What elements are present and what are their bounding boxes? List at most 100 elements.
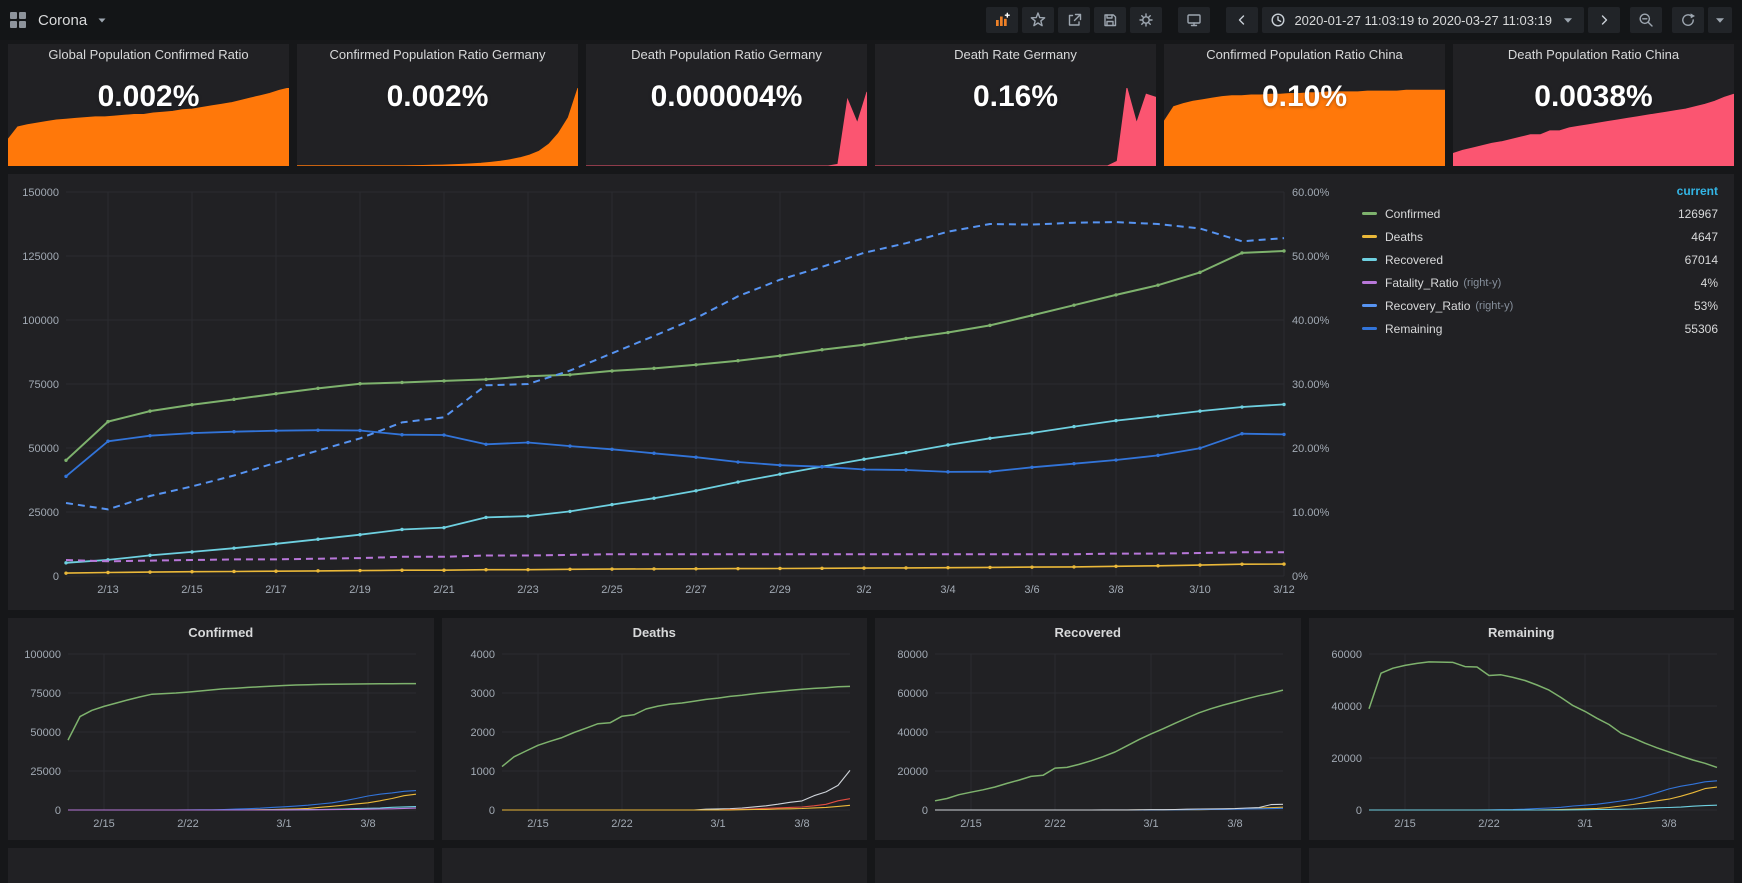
add-panel-button[interactable] — [986, 7, 1019, 33]
dashboard-title-dropdown[interactable]: Corona — [38, 12, 110, 29]
share-icon — [1069, 13, 1082, 26]
navbar-left: Corona — [10, 12, 110, 29]
panel-death-ratio-germany: Death Population Ratio Germany 0.000004% — [586, 44, 867, 166]
stat-value: 0.002% — [97, 80, 200, 113]
legend-row[interactable]: Confirmed 126967 — [1362, 202, 1718, 225]
remaining-chart[interactable]: 0 20000 40000 60000 2/15 2/22 3/1 3/8 — [1313, 646, 1727, 836]
time-range-forward-button[interactable] — [1588, 7, 1620, 33]
panel-title[interactable]: Death Population Ratio Germany — [590, 47, 863, 62]
caret-down-icon — [1564, 18, 1572, 23]
svg-text:4000: 4000 — [470, 649, 494, 661]
refresh-button[interactable] — [1672, 7, 1704, 33]
deaths-chart[interactable]: 0 1000 2000 3000 4000 2/15 2/22 3/1 3/8 — [446, 646, 860, 836]
panel-title[interactable]: Recovered — [875, 618, 1301, 644]
panel-confirmed-ratio-germany: Confirmed Population Ratio Germany 0.002… — [297, 44, 578, 166]
svg-text:100000: 100000 — [22, 315, 59, 327]
save-button[interactable] — [1094, 7, 1127, 33]
svg-text:3/8: 3/8 — [360, 818, 375, 830]
svg-text:60000: 60000 — [897, 688, 928, 700]
grafana-dashboard: Corona 2020-01-27 11:03:19 to 2020-03-27… — [0, 0, 1742, 883]
legend-row[interactable]: Recovered 67014 — [1362, 248, 1718, 271]
series-current-value: 4647 — [1691, 229, 1718, 244]
chevron-right-icon — [1601, 15, 1608, 25]
svg-text:2/13: 2/13 — [97, 584, 118, 596]
svg-text:0: 0 — [53, 571, 59, 583]
series-name: Confirmed — [1385, 206, 1441, 221]
series-swatch — [1362, 235, 1377, 238]
stat-value: 0.002% — [386, 80, 489, 113]
legend-row[interactable]: Recovery_Ratio (right-y) 53% — [1362, 294, 1718, 317]
svg-text:3000: 3000 — [470, 688, 494, 700]
confirmed-chart[interactable]: 0 25000 50000 75000 100000 2/15 2/22 3/1 3/8 — [12, 646, 426, 836]
svg-text:2/22: 2/22 — [1478, 818, 1499, 830]
series-name: Deaths — [1385, 229, 1424, 244]
caret-down-icon — [1716, 18, 1724, 23]
panel-title[interactable]: Death Population Ratio China — [1457, 47, 1730, 62]
svg-text:0: 0 — [922, 805, 928, 817]
panel-title[interactable]: Confirmed Population Ratio China — [1168, 47, 1441, 62]
svg-text:3/8: 3/8 — [1661, 818, 1676, 830]
panel-title[interactable]: Confirmed Population Ratio Germany — [301, 47, 574, 62]
svg-text:3/4: 3/4 — [940, 584, 955, 596]
recovered-chart[interactable]: 0 20000 40000 60000 80000 2/15 2/22 3/1 3/8 — [879, 646, 1293, 836]
monitor-icon — [1187, 14, 1202, 27]
svg-text:2/29: 2/29 — [769, 584, 790, 596]
panel-partial — [8, 848, 434, 883]
series-name: Recovery_Ratio — [1385, 298, 1471, 313]
panel-main-timeseries: 0 25000 50000 75000 100000 125000 150000 0% 10.0… — [8, 174, 1734, 610]
settings-button[interactable] — [1130, 7, 1163, 33]
svg-text:2/17: 2/17 — [265, 584, 286, 596]
series-current-value: 53% — [1693, 298, 1718, 313]
svg-text:3/8: 3/8 — [794, 818, 809, 830]
svg-text:20000: 20000 — [1331, 753, 1362, 765]
legend-row[interactable]: Fatality_Ratio (right-y) 4% — [1362, 271, 1718, 294]
refresh-icon — [1682, 13, 1695, 26]
svg-text:100000: 100000 — [24, 649, 61, 661]
timeseries-chart[interactable]: 0 25000 50000 75000 100000 125000 150000 0% 10.0… — [14, 182, 1346, 606]
svg-text:1000: 1000 — [470, 766, 494, 778]
panel-confirmed: Confirmed 0 25000 50000 75000 100000 2/15 2/22… — [8, 618, 434, 840]
series-swatch — [1362, 304, 1377, 307]
svg-text:125000: 125000 — [22, 251, 59, 263]
legend-row[interactable]: Remaining 55306 — [1362, 317, 1718, 340]
svg-text:2/22: 2/22 — [1044, 818, 1065, 830]
panel-recovered: Recovered 0 20000 40000 60000 80000 2/15 2/22 3… — [875, 618, 1301, 840]
series-current-value: 67014 — [1684, 252, 1718, 267]
svg-text:3/1: 3/1 — [276, 818, 291, 830]
panel-title[interactable]: Confirmed — [8, 618, 434, 644]
panel-title[interactable]: Remaining — [1309, 618, 1735, 644]
legend-row[interactable]: Deaths 4647 — [1362, 225, 1718, 248]
stat-value: 0.10% — [1261, 80, 1348, 113]
time-range-picker[interactable]: 2020-01-27 11:03:19 to 2020-03-27 11:03:… — [1262, 7, 1584, 33]
time-range-label: 2020-01-27 11:03:19 to 2020-03-27 11:03:… — [1294, 12, 1552, 28]
svg-text:50.00%: 50.00% — [1292, 251, 1330, 263]
refresh-interval-dropdown[interactable] — [1708, 7, 1732, 33]
mini-panel-row: Confirmed 0 25000 50000 75000 100000 2/15 2/22… — [8, 618, 1734, 840]
series-name: Recovered — [1385, 252, 1444, 267]
svg-text:30.00%: 30.00% — [1292, 379, 1330, 391]
panel-title[interactable]: Deaths — [442, 618, 868, 644]
grafana-menu-button[interactable] — [10, 12, 26, 28]
star-button[interactable] — [1022, 7, 1055, 33]
svg-text:0%: 0% — [1292, 571, 1308, 583]
legend-current-header: current — [1676, 184, 1718, 198]
panel-title[interactable]: Global Population Confirmed Ratio — [12, 47, 285, 62]
panel-partial — [875, 848, 1301, 883]
zoom-out-button[interactable] — [1630, 7, 1662, 33]
svg-text:50000: 50000 — [30, 727, 61, 739]
series-tag: (right-y) — [1475, 299, 1514, 312]
series-swatch — [1362, 258, 1377, 261]
panel-title[interactable]: Death Rate Germany — [879, 47, 1152, 62]
svg-text:0: 0 — [1355, 805, 1361, 817]
panel-remaining: Remaining 0 20000 40000 60000 2/15 2/22 3/1 3/8 — [1308, 618, 1735, 840]
svg-text:2/23: 2/23 — [517, 584, 538, 596]
stat-value: 0.000004% — [650, 80, 803, 113]
svg-text:150000: 150000 — [22, 187, 59, 199]
series-tag: (right-y) — [1463, 276, 1502, 289]
zoom-out-icon — [1639, 13, 1653, 27]
time-range-back-button[interactable] — [1226, 7, 1259, 33]
panel-partial — [1308, 848, 1734, 883]
share-button[interactable] — [1058, 7, 1091, 33]
clock-icon — [1271, 13, 1285, 27]
tv-mode-button[interactable] — [1178, 7, 1211, 33]
